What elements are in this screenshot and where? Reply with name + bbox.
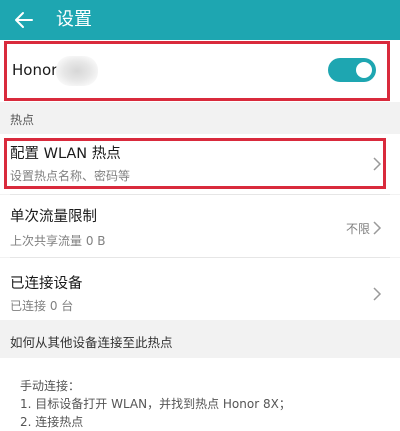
toggle-knob (356, 62, 372, 78)
chevron-right-icon (373, 287, 382, 301)
connected-devices-row[interactable]: 已连接设备 已连接 0 台 (0, 258, 400, 320)
help-line-1: 手动连接： (20, 379, 81, 393)
data-limit-subtitle: 上次共享流量 0 B (10, 234, 106, 248)
config-wlan-title: 配置 WLAN 热点 (10, 146, 121, 162)
section-header-hotspot-label: 热点 (10, 113, 35, 127)
page-title: 设置 (56, 9, 92, 30)
help-line-3: 2. 连接热点 (20, 415, 84, 429)
data-limit-title: 单次流量限制 (10, 209, 97, 225)
config-wlan-subtitle: 设置热点名称、密码等 (10, 169, 131, 183)
blurred-name-suffix (56, 56, 98, 86)
back-button[interactable] (10, 6, 38, 34)
help-line-2: 1. 目标设备打开 WLAN，并找到热点 Honor 8X； (20, 397, 291, 411)
section-header-help-label: 如何从其他设备连接至此热点 (10, 335, 173, 350)
data-limit-value: 不限 (345, 222, 370, 236)
data-limit-row[interactable]: 单次流量限制 上次共享流量 0 B 不限 (0, 195, 400, 257)
hotspot-toggle-switch[interactable] (328, 58, 376, 82)
arrow-left-icon (15, 12, 33, 28)
connected-devices-title: 已连接设备 (10, 276, 83, 292)
hotspot-name-label: Honor (12, 61, 58, 79)
section-header-hotspot: 热点 (0, 102, 400, 134)
chevron-right-icon (373, 221, 382, 235)
config-wlan-hotspot-row[interactable]: 配置 WLAN 热点 设置热点名称、密码等 (0, 134, 400, 194)
chevron-right-icon (373, 157, 382, 171)
app-bar: 设置 (0, 0, 400, 40)
help-instructions: 手动连接： 1. 目标设备打开 WLAN，并找到热点 Honor 8X； 2. … (0, 358, 400, 431)
settings-screen: 设置 Honor 热点 配置 WLAN 热点 设置热点名称、密码等 单次流量限制… (0, 0, 400, 431)
connected-devices-subtitle: 已连接 0 台 (10, 299, 74, 313)
section-header-help: 如何从其他设备连接至此热点 (0, 320, 400, 358)
